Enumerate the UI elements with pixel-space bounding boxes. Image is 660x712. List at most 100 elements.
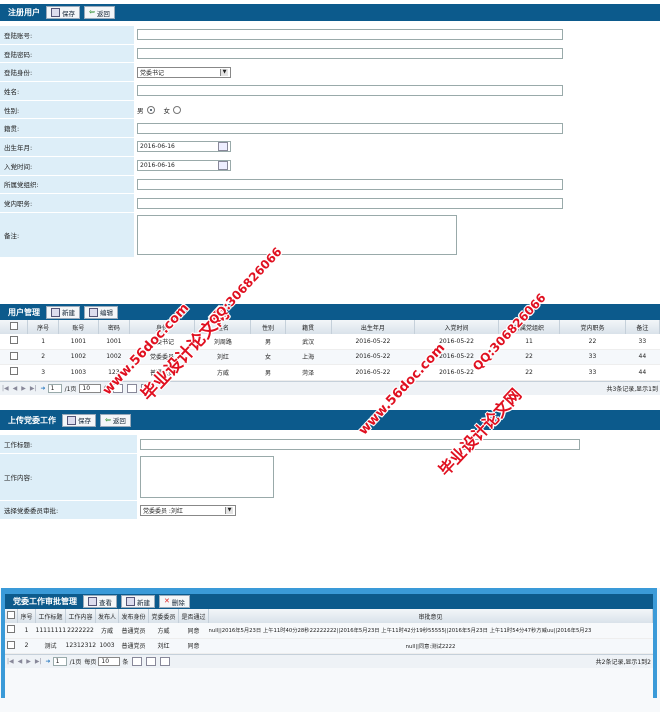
form-row-approver: 选择党委委员审批: 党委委员 :刘红 ▼ (0, 501, 580, 520)
row-checkbox[interactable] (9, 367, 18, 376)
upload-back-button[interactable]: ⇦ 返回 (100, 413, 131, 427)
next-page-icon[interactable]: ▶ (21, 385, 26, 392)
column-header[interactable]: 出生年月 (331, 320, 416, 334)
approval-view-button[interactable]: 查看 (83, 595, 117, 608)
calendar-icon[interactable] (218, 161, 228, 171)
column-header[interactable]: 籍贯 (285, 320, 332, 334)
remark-textarea[interactable] (137, 214, 457, 255)
table-row[interactable]: 2 测试 12312312 1003 普通党员 刘红 同意 null||同意:测… (5, 638, 653, 654)
row-checkbox[interactable] (7, 640, 16, 649)
column-header[interactable]: 工作标题 (35, 609, 66, 623)
table-header-row: 序号 账号 密码 身份 姓名 性别 籍贯 出生年月 入党时间 所属党组织 党内职… (0, 320, 660, 334)
column-header[interactable]: 党内职务 (559, 320, 626, 334)
cell: 44 (625, 364, 660, 381)
approver-select[interactable]: 党委委员 :刘红 ▼ (140, 504, 236, 516)
field-label: 出生年月: (0, 138, 134, 156)
password-input[interactable] (137, 48, 563, 60)
cell: 22 (559, 334, 626, 350)
cell: 同意 (178, 638, 209, 654)
approval-new-button[interactable]: 新建 (121, 595, 155, 608)
column-header[interactable]: 发布身份 (118, 609, 149, 623)
column-header[interactable]: 工作内容 (65, 609, 96, 623)
register-panel: 注册用户 保存 ⇦ 返回 登陆账号: 登陆密码: 登陆身份: 党委书记 ▼ 姓名: … (0, 0, 660, 258)
users-table: 序号 账号 密码 身份 姓名 性别 籍贯 出生年月 入党时间 所属党组织 党内职… (0, 320, 660, 381)
cell: 44 (625, 349, 660, 365)
row-checkbox[interactable] (9, 351, 18, 360)
account-input[interactable] (137, 29, 563, 41)
page-number-input[interactable]: 1 (52, 657, 67, 666)
calendar-icon[interactable] (218, 142, 228, 152)
last-page-icon[interactable]: ▶| (35, 658, 42, 665)
row-checkbox[interactable] (9, 336, 18, 345)
register-back-button[interactable]: ⇦ 返回 (84, 6, 115, 19)
column-header[interactable]: 序号 (17, 609, 36, 623)
users-new-button[interactable]: 新建 (46, 305, 80, 319)
upload-title: 上传党委工作 (8, 415, 56, 425)
column-header[interactable]: 入党时间 (414, 320, 499, 334)
work-content-textarea[interactable] (140, 456, 274, 498)
form-row-identity: 登陆身份: 党委书记 ▼ (0, 63, 563, 83)
table-row[interactable]: 2 1002 1002 党委委员 刘红 女 上海 2016-05-22 2016… (0, 349, 660, 365)
birth-date-input[interactable]: 2016-06-16 (137, 141, 231, 153)
page-size-select[interactable]: 10 (98, 657, 121, 666)
refresh-icon[interactable] (132, 657, 143, 666)
column-header[interactable]: 发布人 (95, 609, 119, 623)
cell: 2016-05-22 (331, 349, 415, 365)
name-input[interactable] (137, 85, 563, 97)
select-all-checkbox[interactable] (9, 322, 18, 330)
users-record-summary: 共3条记录,显示1到 (606, 385, 658, 393)
cell: 3 (27, 364, 59, 381)
table-row[interactable]: 3 1003 123 普通党员 方威 男 菏泽 2016-05-22 2016-… (0, 364, 660, 381)
print-icon[interactable] (160, 657, 171, 666)
page-size-select[interactable]: 10 (79, 383, 102, 393)
column-header[interactable]: 备注 (625, 320, 660, 334)
go-icon[interactable]: ➜ (41, 385, 46, 392)
first-page-icon[interactable]: |◀ (2, 385, 9, 392)
column-header[interactable]: 是否通过 (178, 609, 209, 623)
form-row-work-title: 工作标题: (0, 435, 580, 454)
cell: 刘红 (148, 638, 179, 654)
field-label: 入党时间: (0, 156, 134, 175)
approval-delete-button[interactable]: ✕ 删除 (159, 595, 190, 608)
export-icon[interactable] (146, 657, 157, 666)
edit-icon (89, 307, 98, 317)
page-number-input[interactable]: 1 (47, 383, 62, 393)
register-save-button[interactable]: 保存 (46, 6, 80, 19)
native-place-input[interactable] (137, 122, 563, 134)
total-pages: /1页 (69, 659, 82, 666)
column-header[interactable]: 党委委员 (148, 609, 179, 623)
select-all-header[interactable] (5, 609, 18, 623)
identity-select[interactable]: 党委书记 ▼ (137, 66, 231, 78)
position-input[interactable] (137, 197, 563, 209)
work-title-input[interactable] (140, 438, 580, 450)
column-header[interactable]: 性别 (250, 320, 286, 334)
table-row[interactable]: 1 11111111 2222222 方威 普通党员 方威 同意 null||2… (5, 623, 653, 639)
gender-female-radio[interactable] (173, 105, 181, 114)
next-page-icon[interactable]: ▶ (26, 658, 31, 665)
column-header[interactable]: 序号 (27, 320, 59, 334)
row-checkbox[interactable] (7, 625, 16, 634)
last-page-icon[interactable]: ▶| (30, 385, 37, 392)
upload-save-button[interactable]: 保存 (62, 413, 96, 427)
cell: 方威 (148, 623, 179, 639)
users-edit-button[interactable]: 编辑 (84, 305, 118, 319)
prev-page-icon[interactable]: ◀ (13, 385, 18, 392)
organization-input[interactable] (137, 178, 563, 190)
table-row[interactable]: 1 1001 1001 党委书记 刘周路 男 武汉 2016-05-22 201… (0, 334, 660, 350)
select-all-checkbox[interactable] (7, 611, 15, 619)
column-header[interactable]: 账号 (58, 320, 100, 334)
cell: 2 (17, 638, 36, 654)
select-all-header[interactable] (0, 320, 29, 334)
field-label: 性别: (0, 100, 134, 119)
register-form: 登陆账号: 登陆密码: 登陆身份: 党委书记▼ 姓名: 性别: 男 女 籍贯: (0, 26, 563, 258)
cell: 1002 (58, 349, 99, 365)
gender-male-radio[interactable] (146, 105, 155, 114)
column-header[interactable]: 密码 (98, 320, 130, 334)
go-icon[interactable]: ➜ (46, 658, 51, 665)
cell: 1001 (98, 334, 130, 350)
prev-page-icon[interactable]: ◀ (18, 658, 23, 665)
join-date-input[interactable]: 2016-06-16 (137, 160, 231, 172)
first-page-icon[interactable]: |◀ (7, 658, 14, 665)
field-label: 所属党组织: (0, 175, 134, 194)
column-header[interactable]: 审批意见 (208, 609, 653, 623)
